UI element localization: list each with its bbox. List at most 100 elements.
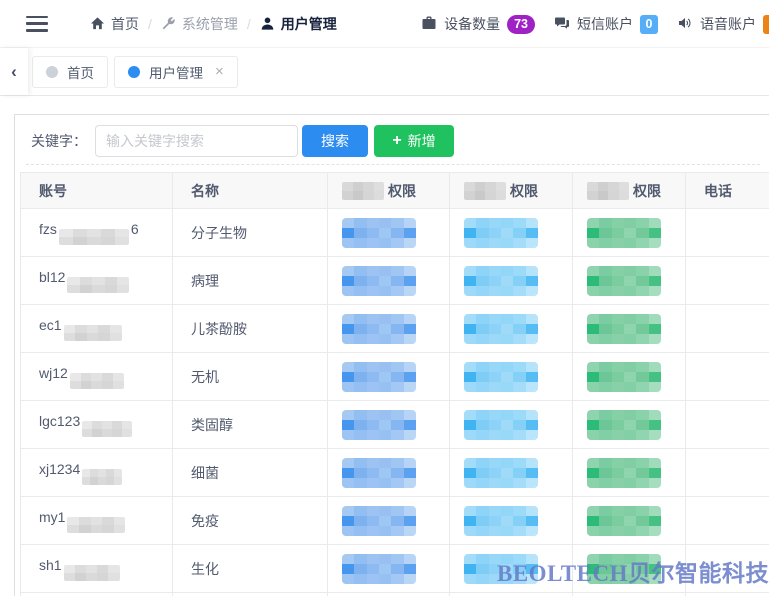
account-blur [82,469,122,485]
search-toolbar: 关键字： 搜索 +新增 [31,125,755,157]
search-button[interactable]: 搜索 [302,125,368,157]
tab-scroll-left-button[interactable]: ‹ [0,48,28,95]
phone-cell [686,257,769,305]
add-button[interactable]: +新增 [374,125,454,157]
account-prefix: fzs [39,221,57,237]
account-cell: lgc123 [21,401,173,449]
account-prefix: xj1234 [39,461,80,477]
briefcase-icon [421,15,437,34]
table-header-row: 账号 名称 权限 权限 权限 电话 [21,173,769,209]
sms-account-stat: 短信账户 0 [554,14,658,34]
breadcrumb-system-label: 系统管理 [182,14,238,34]
tab-user-management-label: 用户管理 [149,62,203,82]
phone-cell [686,353,769,401]
name-cell: 免疫 [173,497,328,545]
breadcrumb-separator: / [148,16,152,32]
column-header-phone: 电话 [686,173,769,209]
permission-tag-blurred [464,458,538,488]
table-row: wj12 无机 [21,353,769,401]
permission-cell-3 [573,209,686,257]
permission-tag-blurred [342,506,416,536]
table-row: bl12 病理 [21,257,769,305]
account-blur [70,373,124,389]
permission-cell-1 [328,353,450,401]
permission-cell-1 [328,449,450,497]
phone-cell [686,209,769,257]
breadcrumb-system[interactable]: 系统管理 [161,14,238,34]
name-text: 类固醇 [191,417,233,433]
permission-tag-blurred [464,314,538,344]
phone-cell [686,401,769,449]
permission-cell-3 [573,545,686,593]
column-header-name: 名称 [173,173,328,209]
permission-tag-blurred [464,362,538,392]
column-header-account: 账号 [21,173,173,209]
account-blur [82,421,132,437]
permission-cell-3 [573,305,686,353]
account-blur [59,229,129,245]
keyword-search-input[interactable] [95,125,298,157]
account-cell: sh1 [21,545,173,593]
permission-tag-blurred [587,458,661,488]
phone-cell [686,449,769,497]
table-row: fzs 6 分子生物 [21,209,769,257]
permission-cell-2 [450,401,573,449]
account-blur [67,517,125,533]
breadcrumb-users-label: 用户管理 [281,14,337,34]
permission-cell-1 [328,401,450,449]
permission-cell-1 [328,209,450,257]
permission-tag-blurred [587,362,661,392]
name-cell: 生化 [173,545,328,593]
permission-tag-blurred [342,362,416,392]
column-header-permission-3: 权限 [573,173,686,209]
permission-tag-blurred [587,266,661,296]
dashed-divider [26,164,760,165]
tab-home-label: 首页 [67,62,94,82]
table-row: sh1 生化 [21,545,769,593]
table-row: xj1234 细菌 [21,449,769,497]
tab-home[interactable]: 首页 [32,56,108,88]
permission-cell-3 [573,353,686,401]
name-cell: 分子生物 [173,209,328,257]
name-text: 细菌 [191,465,219,481]
top-navbar: 首页 / 系统管理 / 用户管理 设备数量 73 [0,0,769,48]
permission-tag-blurred [587,506,661,536]
account-prefix: sh1 [39,557,62,573]
account-cell: bl12 [21,257,173,305]
account-suffix: 6 [131,221,139,237]
breadcrumb-home[interactable]: 首页 [90,14,139,34]
permission-cell-1 [328,545,450,593]
name-cell: 类固醇 [173,401,328,449]
permission-cell-3 [573,257,686,305]
table-header: 账号 名称 权限 权限 权限 电话 [21,173,769,209]
table-body: fzs 6 分子生物 bl12 病理 ec1 儿茶酚胺 wj12 无机 lgc12… [21,209,769,596]
user-icon [260,16,275,31]
phone-cell [686,305,769,353]
account-prefix: ec1 [39,317,62,333]
table-row: my1 免疫 [21,497,769,545]
account-blur [64,325,122,341]
permission-tag-blurred [342,458,416,488]
column-header-permission-label: 权限 [388,181,416,201]
name-text: 儿茶酚胺 [191,321,247,337]
permission-cell-1 [328,497,450,545]
home-icon [90,16,105,31]
keyword-label: 关键字： [31,131,87,151]
hamburger-menu-button[interactable] [26,16,48,32]
blurred-text [342,182,384,200]
speaker-icon [677,15,693,34]
voice-account-stat: 语音账户 0 [677,14,769,34]
permission-cell-1 [328,257,450,305]
content-panel: 关键字： 搜索 +新增 账号 名称 权限 权限 权限 电话 [14,114,769,596]
tab-close-icon[interactable]: × [215,64,224,79]
permission-cell-2 [450,305,573,353]
permission-tag-blurred [587,314,661,344]
permission-tag-blurred [342,410,416,440]
blurred-text [587,182,629,200]
column-header-permission-label: 权限 [510,181,538,201]
plus-icon: + [392,133,401,149]
permission-cell-2 [450,209,573,257]
name-text: 分子生物 [191,225,247,241]
permission-tag-blurred [342,218,416,248]
tab-user-management[interactable]: 用户管理 × [114,56,238,88]
